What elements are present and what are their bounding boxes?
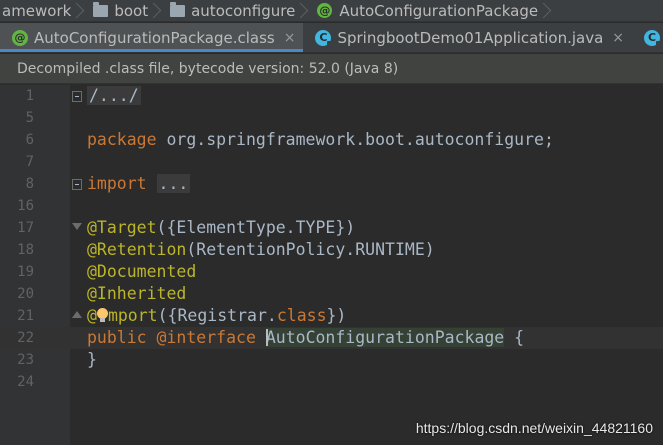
code-line: 5 <box>0 107 663 129</box>
banner-text: Decompiled .class file, bytecode version… <box>17 60 399 77</box>
breadcrumb-item-autoconfigurationpackage[interactable]: @ AutoConfigurationPackage <box>311 0 540 21</box>
code-fragment: org.springframework.boot.autoconfigure; <box>156 130 554 149</box>
line-number: 20 <box>17 286 34 302</box>
code-line: 7 <box>0 151 663 173</box>
identifier-highlight[interactable]: AutoConfigurationPackage <box>265 328 505 347</box>
breadcrumb-separator-icon <box>297 0 311 21</box>
line-number: 16 <box>17 198 34 214</box>
code-line: 18 @Retention(RetentionPolicy.RUNTIME) <box>0 239 663 261</box>
tab-label: AutoConfigurationPackage.class <box>34 28 275 47</box>
code-fragment: ({Registrar. <box>157 306 277 325</box>
lightbulb-icon[interactable] <box>96 307 108 322</box>
fold-expand-icon[interactable] <box>72 91 82 102</box>
close-icon[interactable]: × <box>284 30 296 46</box>
fold-collapse-icon[interactable] <box>72 223 82 230</box>
folded-region[interactable]: /.../ <box>87 86 141 105</box>
code-text: package org.springframework.boot.autocon… <box>87 129 554 151</box>
annotation: @Retention <box>87 240 187 259</box>
line-number: 8 <box>25 176 34 192</box>
close-icon[interactable]: × <box>612 30 624 46</box>
annotation: @Target <box>87 218 157 237</box>
tab-sp[interactable]: C Sp <box>632 23 663 52</box>
folder-icon <box>93 1 109 17</box>
keyword: import <box>87 174 147 193</box>
code-fragment: } <box>87 350 97 369</box>
annotation: @Documented <box>87 262 197 281</box>
line-number: 5 <box>25 110 34 126</box>
spring-class-icon: C <box>315 29 335 48</box>
spring-class-icon: C <box>644 29 663 48</box>
breadcrumb-item-autoconfigure[interactable]: autoconfigure <box>164 0 297 21</box>
code-text: @ mport({Registrar.class}) <box>87 305 346 327</box>
line-number: 17 <box>17 220 34 236</box>
editor-tab-bar: @ AutoConfigurationPackage.class × C Spr… <box>0 23 663 53</box>
code-text: /.../ <box>87 85 141 107</box>
code-text: import ... <box>87 173 191 195</box>
line-number: 21 <box>17 308 34 324</box>
fold-expand-icon[interactable] <box>72 179 82 190</box>
code-fragment: }) <box>326 306 347 325</box>
breadcrumb-label: amework <box>2 1 72 20</box>
breadcrumb-label: autoconfigure <box>191 1 296 20</box>
keyword: class <box>276 306 327 325</box>
code-line-current: 22 public @interface AutoConfigurationPa… <box>0 327 663 349</box>
code-editor[interactable]: 1 /.../ 5 6 package org.springframework.… <box>0 85 663 445</box>
code-line: 19 @Documented <box>0 261 663 283</box>
code-line: 16 <box>0 195 663 217</box>
breadcrumb: amework boot autoconfigure @ AutoConfigu… <box>0 0 663 22</box>
code-line: 17 @Target({ElementType.TYPE}) <box>0 217 663 239</box>
code-line: 21 @ mport({Registrar.class}) <box>0 305 663 327</box>
code-fragment: (RetentionPolicy.RUNTIME) <box>186 240 435 259</box>
code-text: @Documented <box>87 261 196 283</box>
code-fragment: ({ElementType.TYPE}) <box>156 218 356 237</box>
code-line: 23 } <box>0 349 663 371</box>
code-line: 20 @Inherited <box>0 283 663 305</box>
keyword: @interface <box>156 328 256 347</box>
keyword: package <box>87 130 157 149</box>
watermark: https://blog.csdn.net/weixin_44821160 <box>415 420 653 436</box>
folder-icon <box>170 1 186 17</box>
folded-region[interactable]: ... <box>156 174 191 193</box>
fold-end-icon[interactable] <box>72 311 82 318</box>
tab-autoconfigurationpackage-class[interactable]: @ AutoConfigurationPackage.class × <box>0 23 304 52</box>
annotation-class-icon: @ <box>12 29 28 46</box>
line-number: 1 <box>25 88 34 104</box>
code-text: @Target({ElementType.TYPE}) <box>87 217 355 239</box>
breadcrumb-separator-icon <box>73 0 87 21</box>
breadcrumb-label: AutoConfigurationPackage <box>339 1 539 20</box>
code-line: 24 <box>0 371 663 393</box>
line-number: 19 <box>17 264 34 280</box>
code-text: @Retention(RetentionPolicy.RUNTIME) <box>87 239 435 261</box>
line-number: 22 <box>17 330 34 346</box>
breadcrumb-label: boot <box>114 1 149 20</box>
line-number: 18 <box>17 242 34 258</box>
decompiled-notice-banner: Decompiled .class file, bytecode version… <box>0 54 663 84</box>
line-number: 24 <box>17 374 34 390</box>
code-text: @Inherited <box>87 283 186 305</box>
breadcrumb-separator-icon <box>150 0 164 21</box>
tab-label: SpringbootDemo01Application.java <box>337 28 604 47</box>
annotation-icon: @ <box>317 3 333 18</box>
code-line: 6 package org.springframework.boot.autoc… <box>0 129 663 151</box>
code-line: 1 /.../ <box>0 85 663 107</box>
annotation: mport <box>107 306 158 325</box>
annotation: @ <box>87 306 97 325</box>
code-text: } <box>87 349 97 371</box>
annotation: @Inherited <box>87 284 187 303</box>
line-number: 6 <box>25 132 34 148</box>
keyword: public <box>87 328 147 347</box>
breadcrumb-separator-icon <box>540 0 554 21</box>
code-fragment: { <box>504 328 525 347</box>
text-caret <box>265 329 268 346</box>
breadcrumb-item-framework[interactable]: amework <box>0 0 73 21</box>
code-text: public @interface AutoConfigurationPacka… <box>87 327 524 349</box>
breadcrumb-item-boot[interactable]: boot <box>87 0 150 21</box>
line-number: 23 <box>17 352 34 368</box>
tab-springbootdemo01application-java[interactable]: C SpringbootDemo01Application.java × <box>303 23 632 52</box>
line-number: 7 <box>25 154 34 170</box>
code-line: 8 import ... <box>0 173 663 195</box>
